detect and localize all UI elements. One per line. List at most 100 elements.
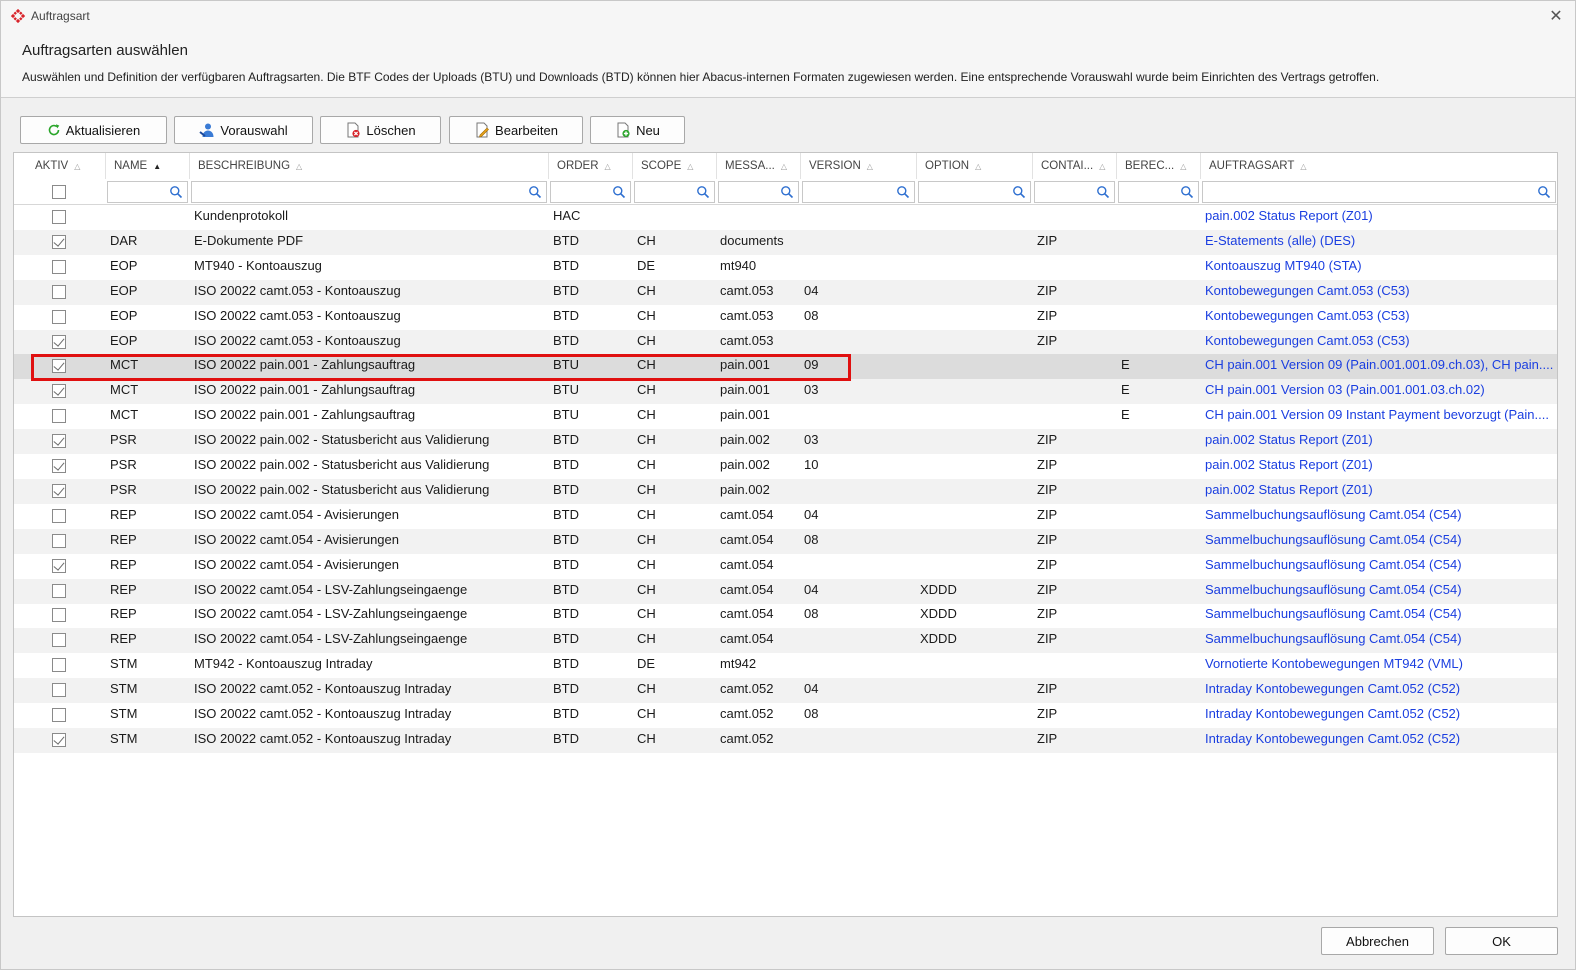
cell-auftragsart[interactable]: Kontoauszug MT940 (STA) xyxy=(1205,255,1555,280)
aktiv-checkbox[interactable] xyxy=(52,284,66,299)
col-header-order[interactable]: ORDER △ xyxy=(549,153,633,179)
table-row[interactable]: STM ISO 20022 camt.052 - Kontoauszug Intr… xyxy=(14,678,1557,704)
table-row[interactable]: Kundenprotokoll HAC pain.002 Status Report… xyxy=(14,205,1557,230)
aktiv-checkbox[interactable] xyxy=(52,210,66,224)
cell-auftragsart[interactable]: E-Statements (alle) (DES) xyxy=(1205,230,1555,255)
sort-icon: △ xyxy=(780,161,788,171)
table-row[interactable]: EOP MT940 - Kontoauszug BTD DE mt940 Kontoaus… xyxy=(14,255,1557,280)
col-header-option[interactable]: OPTION △ xyxy=(917,153,1033,179)
table-row[interactable]: REP ISO 20022 camt.054 - Avisierungen BTD C… xyxy=(14,554,1557,579)
aktiv-checkbox[interactable] xyxy=(52,434,66,449)
filter-input-scope[interactable] xyxy=(634,181,715,203)
cell-auftragsart[interactable]: Intraday Kontobewegungen Camt.052 (C52) xyxy=(1205,728,1555,753)
col-header-aktiv[interactable]: AKTIV △ xyxy=(14,153,106,179)
filter-input-version[interactable] xyxy=(802,181,915,203)
aktiv-checkbox[interactable] xyxy=(52,708,66,722)
aktiv-checkbox[interactable] xyxy=(52,732,66,747)
aktiv-checkbox[interactable] xyxy=(52,608,66,623)
aktiv-checkbox[interactable] xyxy=(52,533,66,548)
cell-auftragsart[interactable]: pain.002 Status Report (Z01) xyxy=(1205,454,1555,479)
cell-auftragsart[interactable]: Kontobewegungen Camt.053 (C53) xyxy=(1205,330,1555,355)
cell-auftragsart[interactable]: pain.002 Status Report (Z01) xyxy=(1205,429,1555,454)
aktiv-checkbox[interactable] xyxy=(52,583,66,598)
table-row[interactable]: REP ISO 20022 camt.054 - Avisierungen BTD C… xyxy=(14,504,1557,529)
cell-auftragsart[interactable]: CH pain.001 Version 03 (Pain.001.001.03.… xyxy=(1205,379,1555,404)
cell-auftragsart[interactable]: Sammelbuchungsauflösung Camt.054 (C54) xyxy=(1205,628,1555,653)
filter-input-option[interactable] xyxy=(918,181,1031,203)
table-row[interactable]: MCT ISO 20022 pain.001 - Zahlungsauftrag B… xyxy=(14,404,1557,429)
table-row[interactable]: STM ISO 20022 camt.052 - Kontoauszug Intr… xyxy=(14,703,1557,728)
cell-auftragsart[interactable]: Sammelbuchungsauflösung Camt.054 (C54) xyxy=(1205,579,1555,604)
filter-input-auftragsart[interactable] xyxy=(1202,181,1556,203)
table-row[interactable]: REP ISO 20022 camt.054 - LSV-Zahlungseing… xyxy=(14,603,1557,628)
col-header-berechtigung[interactable]: BEREC... △ xyxy=(1117,153,1201,179)
table-row[interactable]: REP ISO 20022 camt.054 - Avisierungen BTD C… xyxy=(14,528,1557,554)
edit-button[interactable]: Bearbeiten xyxy=(449,116,583,144)
cell-auftragsart[interactable]: pain.002 Status Report (Z01) xyxy=(1205,205,1555,230)
filter-input-name[interactable] xyxy=(107,181,188,203)
table-row[interactable]: STM MT942 - Kontoauszug Intraday BTD DE mt94… xyxy=(14,653,1557,678)
cell-auftragsart[interactable]: Sammelbuchungsauflösung Camt.054 (C54) xyxy=(1205,603,1555,628)
cell-auftragsart[interactable]: Kontobewegungen Camt.053 (C53) xyxy=(1205,280,1555,305)
table-row[interactable]: PSR ISO 20022 pain.002 - Statusbericht au… xyxy=(14,478,1557,504)
cell-auftragsart[interactable]: Sammelbuchungsauflösung Camt.054 (C54) xyxy=(1205,504,1555,529)
aktiv-checkbox[interactable] xyxy=(52,558,66,573)
filter-input-berechtigung[interactable] xyxy=(1118,181,1199,203)
table-row[interactable]: STM ISO 20022 camt.052 - Kontoauszug Intr… xyxy=(14,727,1557,753)
delete-button[interactable]: Löschen xyxy=(320,116,441,144)
table-row[interactable]: REP ISO 20022 camt.054 - LSV-Zahlungseing… xyxy=(14,578,1557,604)
col-header-message[interactable]: MESSA... △ xyxy=(717,153,801,179)
table-row[interactable]: EOP ISO 20022 camt.053 - Kontoauszug BTD CH… xyxy=(14,305,1557,330)
table-row[interactable]: PSR ISO 20022 pain.002 - Statusbericht au… xyxy=(14,454,1557,479)
cell-auftragsart[interactable]: Intraday Kontobewegungen Camt.052 (C52) xyxy=(1205,678,1555,703)
cell-order: HAC xyxy=(553,208,581,223)
col-header-beschreibung[interactable]: BESCHREIBUNG △ xyxy=(190,153,549,179)
aktiv-checkbox[interactable] xyxy=(52,683,66,698)
aktiv-checkbox[interactable] xyxy=(52,459,66,473)
close-icon[interactable]: ✕ xyxy=(1541,2,1571,30)
cell-auftragsart[interactable]: pain.002 Status Report (Z01) xyxy=(1205,479,1555,504)
aktiv-checkbox[interactable] xyxy=(52,483,66,498)
aktiv-checkbox[interactable] xyxy=(52,359,66,374)
cell-auftragsart[interactable]: CH pain.001 Version 09 (Pain.001.001.09.… xyxy=(1205,354,1555,379)
table-row[interactable]: DAR E-Dokumente PDF BTD CH documents ZIP E-Sta… xyxy=(14,229,1557,255)
cell-auftragsart[interactable]: CH pain.001 Version 09 Instant Payment b… xyxy=(1205,404,1555,429)
cell-auftragsart[interactable]: Vornotierte Kontobewegungen MT942 (VML) xyxy=(1205,653,1555,678)
cell-auftragsart[interactable]: Intraday Kontobewegungen Camt.052 (C52) xyxy=(1205,703,1555,728)
preselect-button[interactable]: Vorauswahl xyxy=(174,116,313,144)
col-header-version[interactable]: VERSION △ xyxy=(801,153,917,179)
aktiv-checkbox[interactable] xyxy=(52,234,66,249)
col-header-auftragsart[interactable]: AUFTRAGSART △ xyxy=(1201,153,1557,179)
filter-input-message[interactable] xyxy=(718,181,799,203)
filter-input-beschreibung[interactable] xyxy=(191,181,547,203)
aktiv-checkbox[interactable] xyxy=(52,409,66,424)
col-header-name[interactable]: NAME ▲ xyxy=(106,153,190,179)
aktiv-checkbox[interactable] xyxy=(52,633,66,648)
cell-auftragsart[interactable]: Kontobewegungen Camt.053 (C53) xyxy=(1205,305,1555,330)
table-row[interactable]: MCT ISO 20022 pain.001 - Zahlungsauftrag B… xyxy=(14,354,1557,380)
aktiv-checkbox[interactable] xyxy=(52,334,66,349)
cancel-button[interactable]: Abbrechen xyxy=(1321,927,1434,955)
cell-message: pain.001 xyxy=(720,407,770,423)
aktiv-checkbox[interactable] xyxy=(52,259,66,274)
table-row[interactable]: PSR ISO 20022 pain.002 - Statusbericht au… xyxy=(14,429,1557,455)
col-header-scope[interactable]: SCOPE △ xyxy=(633,153,717,179)
table-row[interactable]: EOP ISO 20022 camt.053 - Kontoauszug BTD CH… xyxy=(14,329,1557,355)
new-button[interactable]: Neu xyxy=(590,116,685,144)
aktiv-checkbox[interactable] xyxy=(52,384,66,399)
refresh-button[interactable]: Aktualisieren xyxy=(20,116,167,144)
aktiv-checkbox[interactable] xyxy=(52,508,66,523)
cell-auftragsart[interactable]: Sammelbuchungsauflösung Camt.054 (C54) xyxy=(1205,529,1555,554)
cell-auftragsart[interactable]: Sammelbuchungsauflösung Camt.054 (C54) xyxy=(1205,554,1555,579)
table-row[interactable]: EOP ISO 20022 camt.053 - Kontoauszug BTD CH… xyxy=(14,279,1557,305)
filter-input-order[interactable] xyxy=(550,181,631,203)
cell-berechtigung xyxy=(1121,479,1199,504)
table-row[interactable]: MCT ISO 20022 pain.001 - Zahlungsauftrag B… xyxy=(14,379,1557,405)
col-header-container[interactable]: CONTAI... △ xyxy=(1033,153,1117,179)
aktiv-checkbox[interactable] xyxy=(52,309,66,324)
ok-button[interactable]: OK xyxy=(1445,927,1558,955)
aktiv-checkbox[interactable] xyxy=(52,658,66,673)
table-row[interactable]: REP ISO 20022 camt.054 - LSV-Zahlungseing… xyxy=(14,628,1557,654)
filter-input-container[interactable] xyxy=(1034,181,1115,203)
select-all-checkbox[interactable] xyxy=(52,185,66,199)
